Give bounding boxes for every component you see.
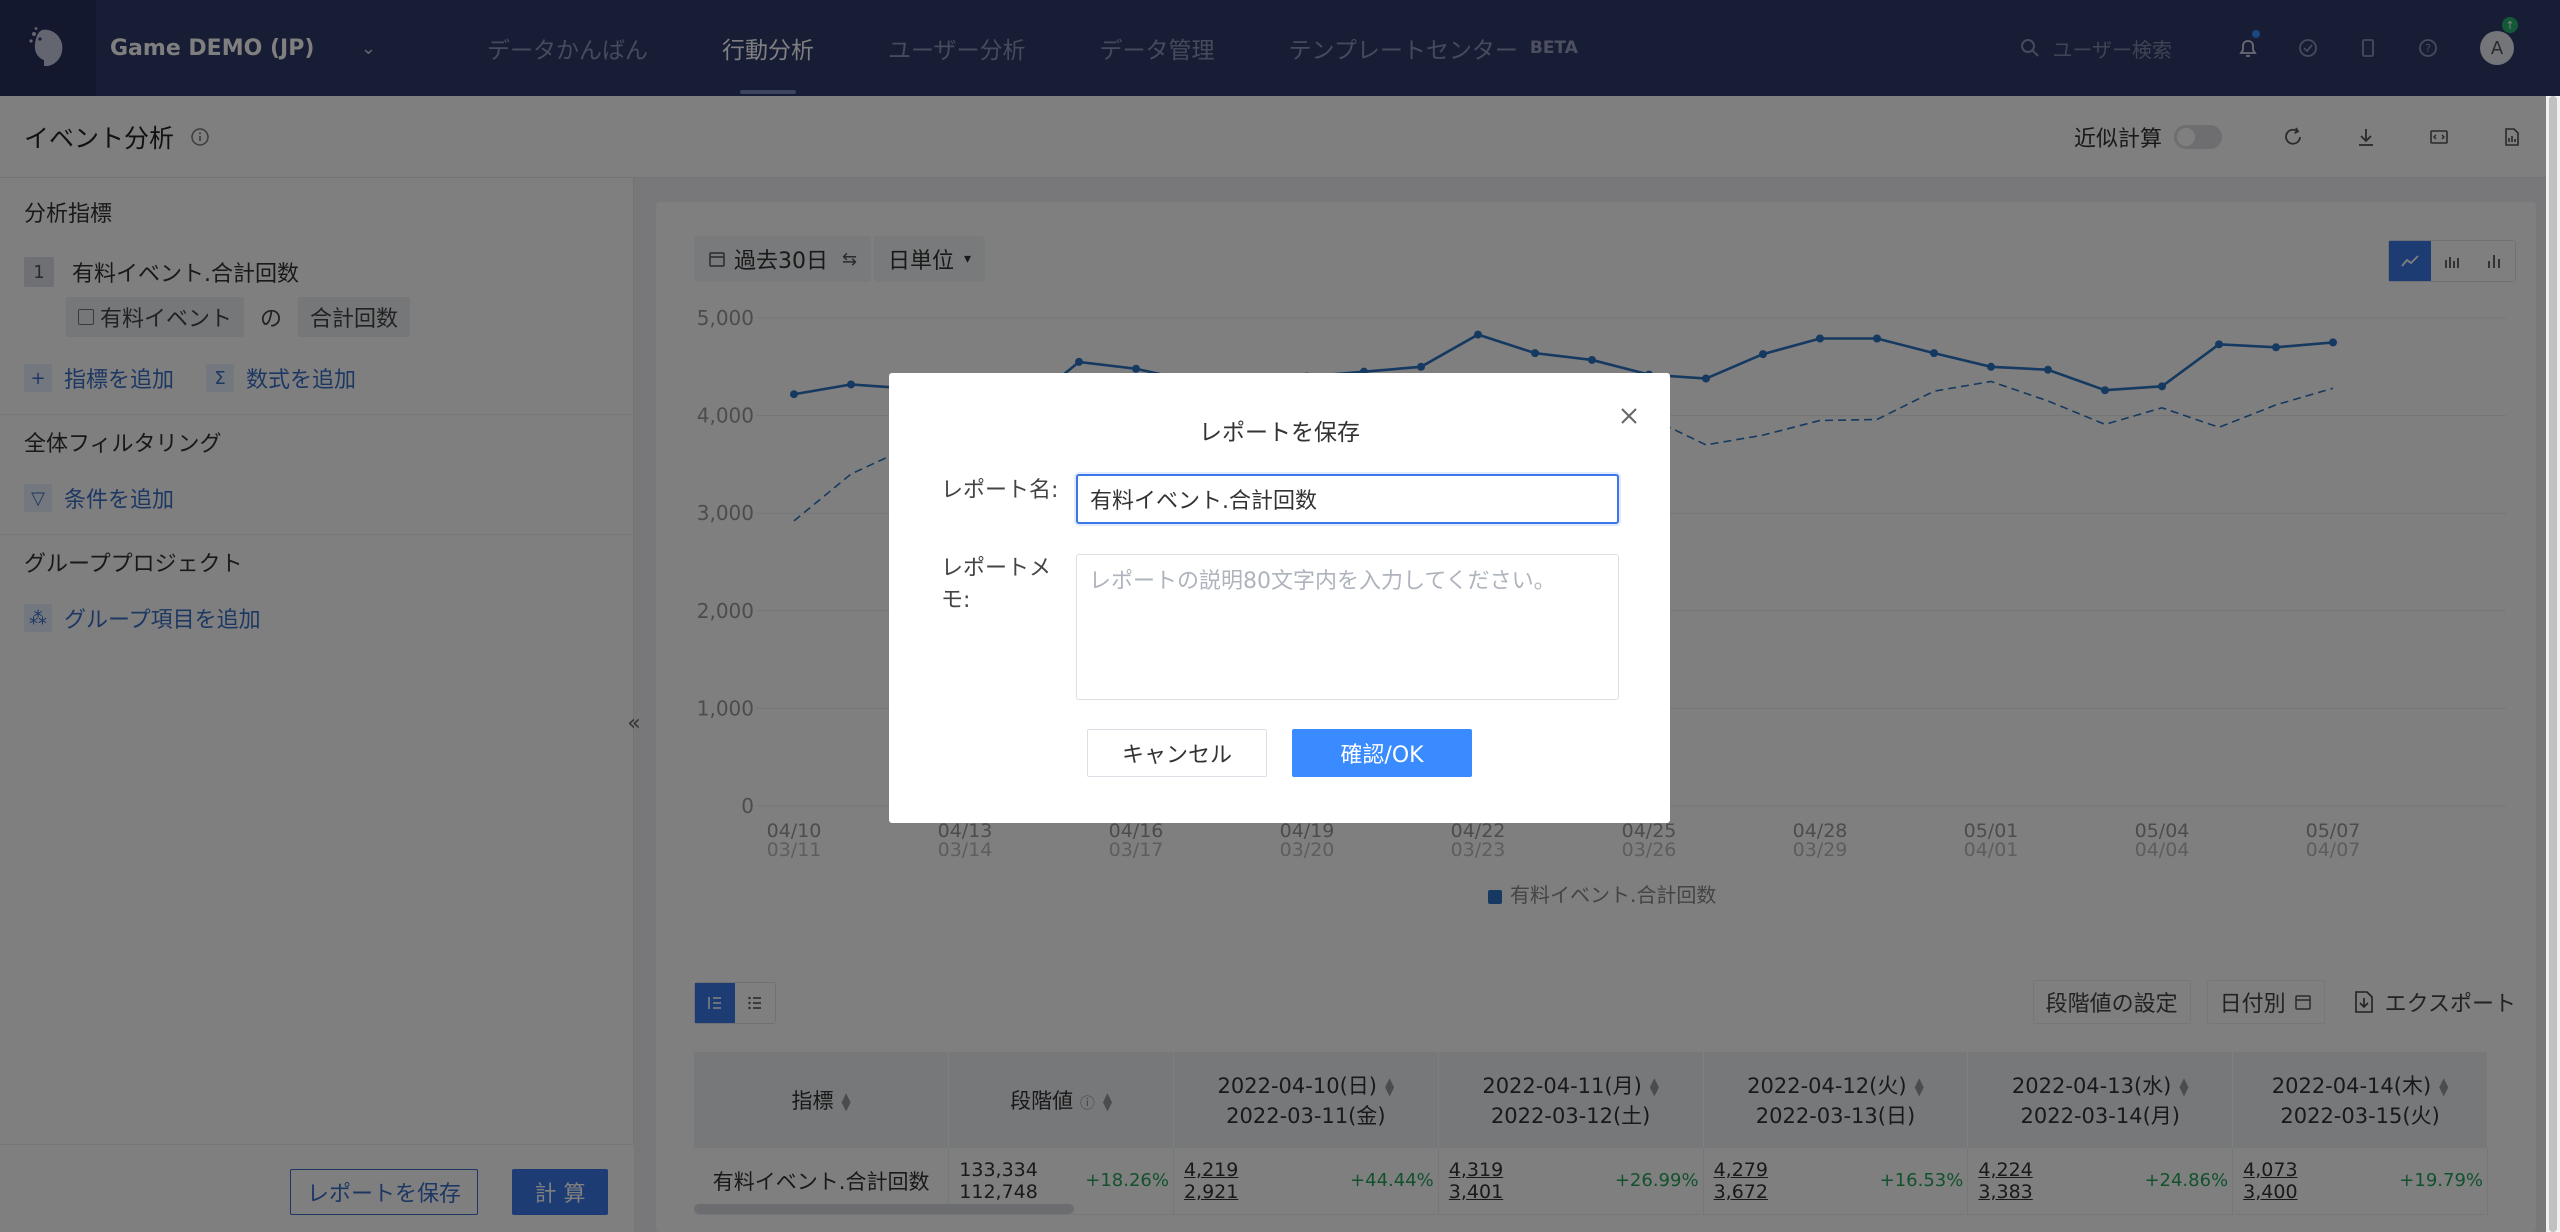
close-icon[interactable] [1614,401,1644,431]
report-memo-input[interactable] [1076,554,1619,700]
report-name-label: レポート名: [941,478,1059,503]
report-memo-label: レポートメモ: [941,556,1052,613]
cancel-button[interactable]: キャンセル [1087,729,1267,777]
scrollbar-thumb[interactable] [2549,96,2557,1232]
vertical-scrollbar[interactable] [2546,96,2560,1232]
confirm-button[interactable]: 確認/OK [1292,729,1472,777]
save-report-dialog: レポートを保存 レポート名: レポートメモ: キャンセル 確認/OK [889,373,1670,823]
dialog-title: レポートを保存 [1199,420,1360,446]
report-name-input[interactable] [1076,474,1619,524]
